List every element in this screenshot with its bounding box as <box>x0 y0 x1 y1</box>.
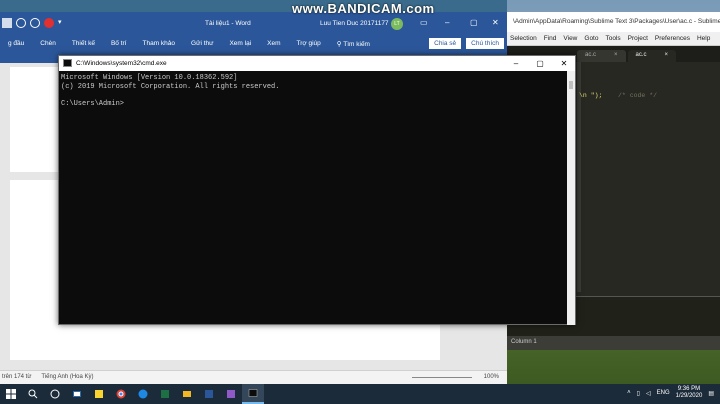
word-statusbar: trên 174 từ Tiếng Anh (Hoa Kỳ) 100% <box>0 370 507 384</box>
document-title: Tài liệu1 - Word <box>205 20 251 27</box>
comments-button[interactable]: Chú thích <box>466 38 504 49</box>
close-icon[interactable]: × <box>614 52 618 62</box>
cmd-output[interactable]: Microsoft Windows [Version 10.0.18362.59… <box>59 71 575 111</box>
close-icon[interactable]: ✕ <box>492 18 499 27</box>
sublime-title: \Admin\AppData\Roaming\Sublime Text 3\Pa… <box>507 12 720 32</box>
sublime-tab[interactable]: ac.c × <box>577 50 626 62</box>
cmd-window[interactable]: C:\Windows\system32\cmd.exe – ▢ ✕ Micros… <box>58 55 576 325</box>
tab-view[interactable]: Xem <box>259 40 288 53</box>
cmd-line <box>61 91 573 100</box>
watermark: www.BANDICAM.com <box>292 1 435 16</box>
word-ribbon-tabs: g đầu Chèn Thiết kế Bố trí Tham khảo Gửi… <box>0 37 507 53</box>
taskbar: ˄ ▯ ◁ ENG 9:36 PM 1/29/2020 ▤ <box>0 384 720 404</box>
close-icon[interactable]: ✕ <box>553 57 575 70</box>
avatar[interactable]: LT <box>391 18 403 30</box>
zoom-level[interactable]: 100% <box>484 374 499 380</box>
scrollbar[interactable] <box>567 71 575 325</box>
clock[interactable]: 9:36 PM 1/29/2020 <box>676 386 703 400</box>
code-line[interactable]: \n "); /* code */ <box>579 92 657 99</box>
undo-icon[interactable] <box>16 18 26 28</box>
tab-home[interactable]: g đầu <box>0 40 32 53</box>
user-name[interactable]: Luu Tien Duc 20171177 <box>320 20 389 27</box>
close-icon[interactable]: × <box>665 52 669 62</box>
minimize-icon[interactable]: – <box>445 18 449 27</box>
menu-tools[interactable]: Tools <box>605 35 620 45</box>
network-icon[interactable]: ▯ <box>637 390 640 397</box>
maximize-icon[interactable]: ▢ <box>529 57 551 70</box>
tab-insert[interactable]: Chèn <box>32 40 64 53</box>
volume-icon[interactable]: ◁ <box>646 390 651 397</box>
sublime-menubar: Selection Find View Goto Tools Project P… <box>507 32 720 46</box>
sublime-tab-active[interactable]: ac.c × <box>627 50 677 62</box>
excel-icon[interactable] <box>154 384 176 404</box>
code-string: \n "); <box>579 92 603 99</box>
maximize-icon[interactable]: ▢ <box>470 18 478 27</box>
tab-search[interactable]: ⚲ Tìm kiếm <box>329 40 378 53</box>
code-comment: /* code */ <box>618 92 658 99</box>
chevron-up-icon[interactable]: ˄ <box>627 390 631 396</box>
quick-access-toolbar: ▾ <box>2 18 68 28</box>
sublime-status: Column 1 <box>507 336 720 350</box>
notifications-icon[interactable]: ▤ <box>708 390 714 397</box>
date: 1/29/2020 <box>675 393 703 399</box>
cmd-icon[interactable] <box>242 384 264 404</box>
cmd-prompt[interactable]: C:\Users\Admin> <box>61 100 573 109</box>
scrollbar-thumb[interactable] <box>569 81 573 89</box>
menu-find[interactable]: Find <box>544 35 557 45</box>
menu-goto[interactable]: Goto <box>584 35 598 45</box>
cmd-titlebar[interactable]: C:\Windows\system32\cmd.exe – ▢ ✕ <box>59 56 575 71</box>
tab-layout[interactable]: Bố trí <box>103 40 135 53</box>
tab-mailings[interactable]: Gửi thư <box>183 40 221 53</box>
language-indicator[interactable]: ENG <box>657 390 670 396</box>
minimize-icon[interactable]: – <box>505 57 527 70</box>
share-button[interactable]: Chia sẻ <box>429 38 462 49</box>
tab-review[interactable]: Xem lại <box>221 40 259 53</box>
chrome-icon[interactable] <box>110 384 132 404</box>
tab-design[interactable]: Thiết kế <box>64 40 103 53</box>
explorer-icon[interactable] <box>66 384 88 404</box>
sticky-notes-icon[interactable] <box>88 384 110 404</box>
menu-project[interactable]: Project <box>628 35 648 45</box>
file-manager-icon[interactable] <box>176 384 198 404</box>
cmd-title: C:\Windows\system32\cmd.exe <box>76 60 167 67</box>
language-status[interactable]: Tiếng Anh (Hoa Kỳ) <box>41 374 93 384</box>
zoom-slider[interactable] <box>412 377 472 378</box>
windows-start-icon[interactable] <box>0 384 22 404</box>
cmd-line: (c) 2019 Microsoft Corporation. All righ… <box>61 82 280 91</box>
word-count[interactable]: trên 174 từ <box>2 374 31 384</box>
task-view-icon[interactable] <box>44 384 66 404</box>
visual-studio-icon[interactable] <box>220 384 242 404</box>
menu-help[interactable]: Help <box>697 35 710 45</box>
tab-help[interactable]: Trợ giúp <box>289 40 329 53</box>
tab-references[interactable]: Tham khảo <box>135 40 184 53</box>
cmd-icon <box>63 59 72 67</box>
save-icon[interactable] <box>2 18 12 28</box>
menu-selection[interactable]: Selection <box>510 35 537 45</box>
word-icon[interactable] <box>198 384 220 404</box>
menu-preferences[interactable]: Preferences <box>655 35 690 45</box>
system-tray: ˄ ▯ ◁ ENG 9:36 PM 1/29/2020 ▤ <box>627 386 714 400</box>
time: 9:36 PM <box>677 386 701 392</box>
customize-icon[interactable]: ▾ <box>58 18 68 28</box>
redo-icon[interactable] <box>30 18 40 28</box>
ribbon-options-icon[interactable]: ▭ <box>420 18 428 27</box>
search-icon[interactable] <box>22 384 44 404</box>
record-icon[interactable] <box>44 18 54 28</box>
edge-icon[interactable] <box>132 384 154 404</box>
cmd-line: Microsoft Windows [Version 10.0.18362.59… <box>61 74 238 82</box>
menu-view[interactable]: View <box>563 35 577 45</box>
